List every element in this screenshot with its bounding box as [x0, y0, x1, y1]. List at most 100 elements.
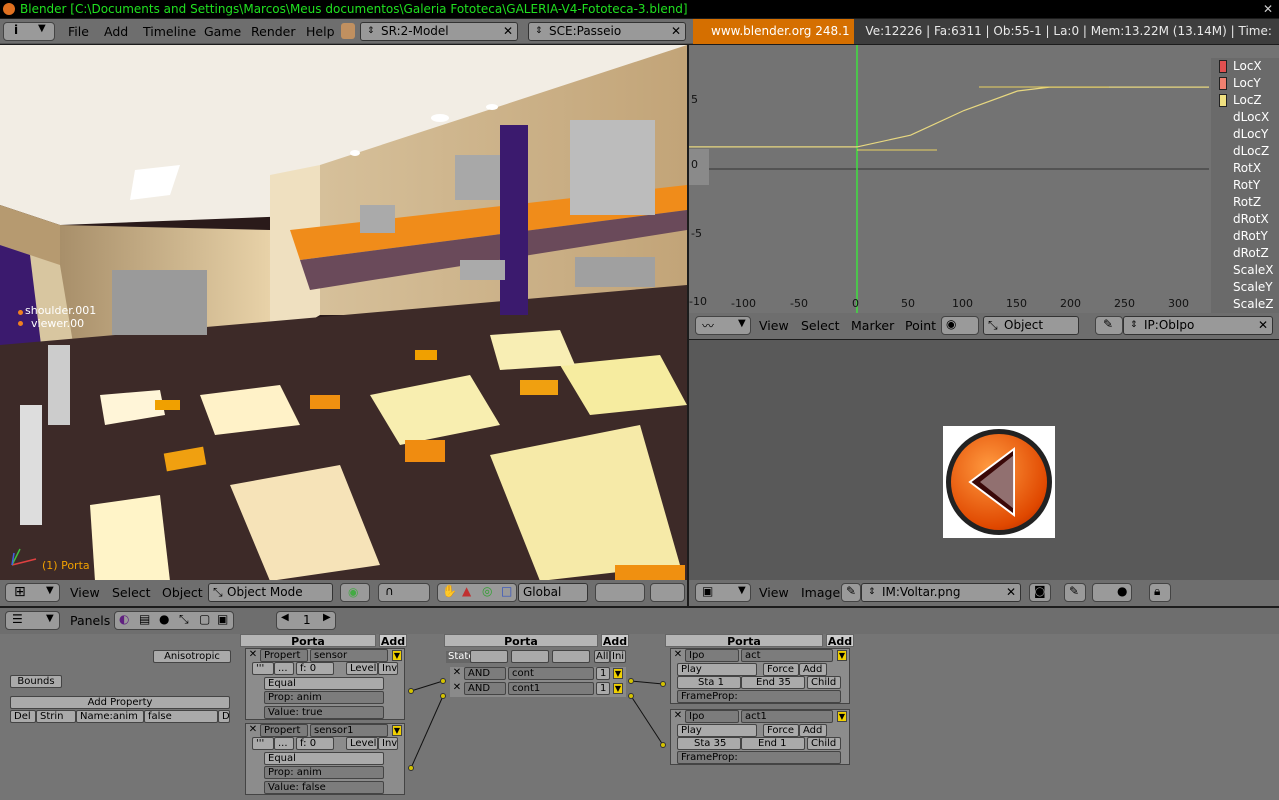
start-frame-field[interactable]: Sta 1 [677, 676, 741, 689]
channel-color-swatch[interactable] [1219, 60, 1227, 73]
ipo-channel-scaley[interactable]: ScaleY [1211, 279, 1279, 296]
object-label-viewer[interactable]: viewer.00 [31, 317, 84, 330]
close-icon[interactable]: ✕ [672, 710, 684, 721]
controller-output-socket[interactable] [628, 678, 634, 684]
blender-url[interactable]: www.blender.org 248.1 [693, 19, 854, 44]
close-icon[interactable]: ✕ [451, 667, 463, 678]
all-states-button[interactable]: All [594, 650, 610, 663]
ipo-channel-dlocx[interactable]: dLocX [1211, 109, 1279, 126]
close-icon[interactable]: ✕ [672, 649, 684, 660]
manipulator-buttons[interactable]: ✋ ▲ ◎ □ [437, 583, 517, 602]
end-frame-field[interactable]: End 35 [741, 676, 805, 689]
state-buttons[interactable] [511, 650, 549, 663]
ipo-channel-locz[interactable]: LocZ [1211, 92, 1279, 109]
controller-input-socket[interactable] [440, 678, 446, 684]
add-button[interactable]: Add [799, 663, 827, 676]
ipo-channel-scalez[interactable]: ScaleZ [1211, 296, 1279, 313]
frame-field[interactable]: ◀ 1 ▶ [276, 611, 336, 630]
menu-select[interactable]: Select [112, 580, 151, 605]
screen-selector[interactable]: ⇕ SR:2-Model ✕ [360, 22, 518, 41]
editor-type-button[interactable]: ☰ ▼ [5, 611, 60, 630]
child-button[interactable]: Child [807, 737, 841, 750]
menu-view[interactable]: View [759, 313, 789, 338]
ipo-channel-roty[interactable]: RotY [1211, 177, 1279, 194]
menu-image[interactable]: Image [801, 580, 840, 605]
actuator-type[interactable]: Ipo [685, 710, 739, 723]
menu-point[interactable]: Point [905, 313, 936, 338]
controller-name[interactable]: cont [508, 667, 594, 680]
controller-state[interactable]: 1 [596, 682, 610, 695]
ipo-channel-dlocy[interactable]: dLocY [1211, 126, 1279, 143]
ipo-channel-drotz[interactable]: dRotZ [1211, 245, 1279, 262]
editor-type-button[interactable]: i ▼ [3, 22, 55, 41]
frameprop-field[interactable]: FrameProp: [677, 751, 841, 764]
close-icon[interactable]: ✕ [667, 23, 685, 40]
menu-game[interactable]: Game [204, 19, 241, 44]
state-buttons[interactable] [470, 650, 508, 663]
start-frame-field[interactable]: Sta 35 [677, 737, 741, 750]
add-actuator-button[interactable]: Add [826, 634, 854, 648]
close-icon[interactable]: ✕ [1263, 0, 1273, 18]
pin-button[interactable]: ✎ [841, 583, 861, 602]
actuator-collapse-icon[interactable]: ▼ [837, 711, 847, 722]
context-buttons[interactable]: ◐ ▤ ● ⤡ ▢ ▣ [114, 611, 234, 630]
state-buttons[interactable] [552, 650, 590, 663]
menu-select[interactable]: Select [801, 313, 840, 338]
controller-output-socket[interactable] [628, 693, 634, 699]
child-button[interactable]: Child [807, 676, 841, 689]
menu-file[interactable]: File [68, 19, 89, 44]
ipo-channel-droty[interactable]: dRotY [1211, 228, 1279, 245]
force-button[interactable]: Force [763, 724, 799, 737]
channel-color-swatch[interactable] [1219, 94, 1227, 107]
layer-buttons[interactable] [595, 583, 645, 602]
controller-type[interactable]: AND [464, 682, 506, 695]
ipo-curve-editor[interactable]: 5 0 -5 -10 -100 -50 0 50 100 150 200 250… [689, 45, 1279, 313]
mode-selector[interactable]: ⤡ Object Mode [208, 583, 333, 602]
object-label-shoulder[interactable]: shoulder.001 [25, 304, 96, 317]
close-icon[interactable]: ✕ [1254, 317, 1272, 334]
add-controller-button[interactable]: Add [601, 634, 629, 648]
ipo-type-selector[interactable]: ⤡ Object [983, 316, 1079, 335]
controller-state[interactable]: 1 [596, 667, 610, 680]
pack-button[interactable]: ◙ [1029, 583, 1051, 602]
image-editor[interactable] [689, 340, 1279, 580]
ipo-block-selector[interactable]: ⇕ IP:ObIpo ✕ [1123, 316, 1273, 335]
menu-panels[interactable]: Panels [70, 608, 110, 633]
add-button[interactable]: Add [799, 724, 827, 737]
ipo-channel-locy[interactable]: LocY [1211, 75, 1279, 92]
snap-button[interactable]: ∩ [378, 583, 430, 602]
3d-viewport[interactable]: shoulder.001 viewer.00 (1) Porta [0, 45, 687, 581]
controller-collapse-icon[interactable]: ▼ [613, 683, 623, 694]
close-icon[interactable]: ✕ [451, 682, 463, 693]
sensor-output-socket[interactable] [408, 765, 414, 771]
ipo-channel-locx[interactable]: LocX [1211, 58, 1279, 75]
controller-name[interactable]: cont1 [508, 682, 594, 695]
editor-type-button[interactable]: 〰 ▼ [695, 316, 751, 335]
actuator-type[interactable]: Ipo [685, 649, 739, 662]
close-icon[interactable]: ✕ [1002, 584, 1020, 601]
texture-buttons[interactable]: ● [1092, 583, 1132, 602]
brush-button[interactable]: ✎ [1064, 583, 1086, 602]
ipo-channel-dlocz[interactable]: dLocZ [1211, 143, 1279, 160]
image-selector[interactable]: ⇕ IM:Voltar.png ✕ [861, 583, 1021, 602]
channel-color-swatch[interactable] [1219, 77, 1227, 90]
menu-marker[interactable]: Marker [851, 313, 894, 338]
force-button[interactable]: Force [763, 663, 799, 676]
actuator-name[interactable]: act [741, 649, 833, 662]
controller-input-socket[interactable] [440, 693, 446, 699]
menu-render[interactable]: Render [251, 19, 296, 44]
layer-buttons-2[interactable] [650, 583, 685, 602]
actuator-input-socket[interactable] [660, 742, 666, 748]
ipo-channel-rotx[interactable]: RotX [1211, 160, 1279, 177]
view-toggles[interactable]: ◉ [941, 316, 979, 335]
menu-view[interactable]: View [70, 580, 100, 605]
orientation-selector[interactable]: Global [518, 583, 588, 602]
menu-help[interactable]: Help [306, 19, 335, 44]
lock-button[interactable]: 🔒︎ [1149, 583, 1171, 602]
init-states-button[interactable]: Ini [610, 650, 626, 663]
logic-editor[interactable]: Anisotropic Bounds Add Property Del Stri… [0, 634, 1279, 800]
ipo-channel-drotx[interactable]: dRotX [1211, 211, 1279, 228]
menu-view[interactable]: View [759, 580, 789, 605]
controller-collapse-icon[interactable]: ▼ [613, 668, 623, 679]
pin-button[interactable]: ✎ [1095, 316, 1123, 335]
